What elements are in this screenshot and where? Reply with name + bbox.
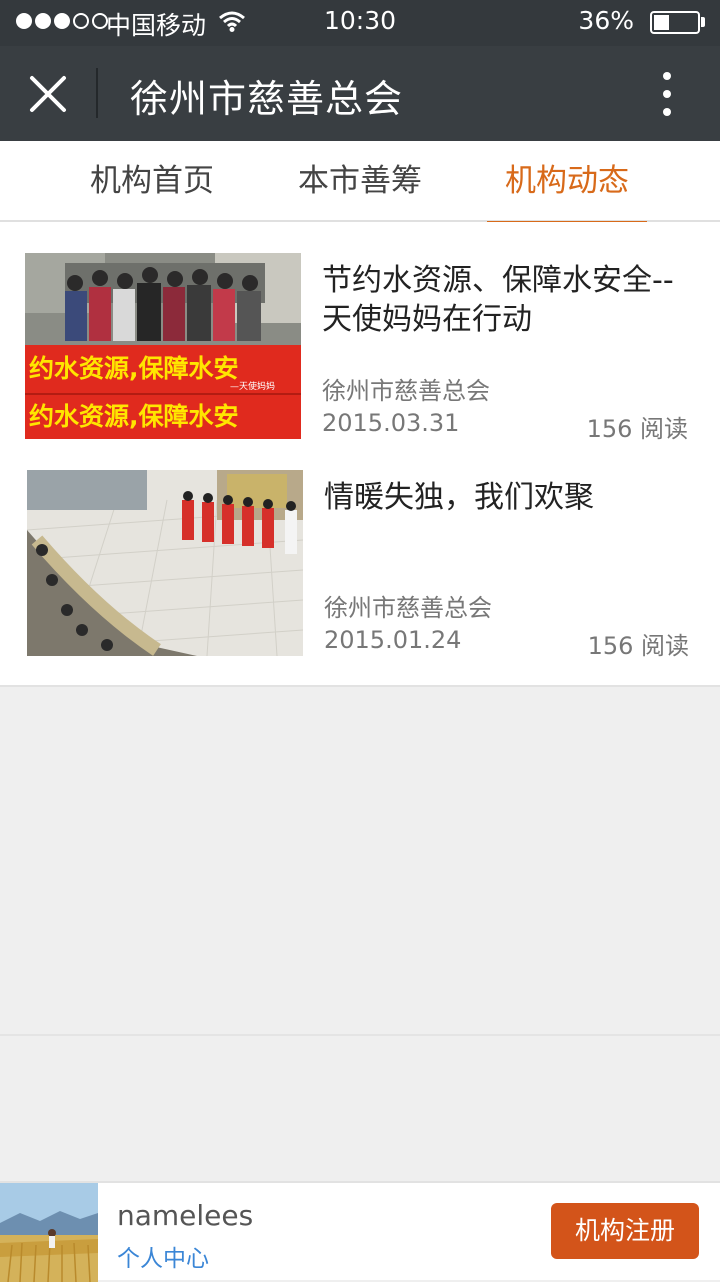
user-footer: namelees 个人中心 机构注册 bbox=[0, 1181, 720, 1282]
article-title: 节约水资源、保障水安全--天使妈妈在行动 bbox=[322, 263, 674, 337]
tab-local-fundraising[interactable]: 本市善筹 bbox=[280, 141, 440, 222]
article-source: 徐州市慈善总会 bbox=[324, 594, 492, 622]
more-vertical-icon bbox=[663, 72, 671, 80]
page-title: 徐州市慈善总会 bbox=[130, 77, 404, 121]
list-item[interactable]: 约水资源,保障水安 —天使妈妈 约水资源,保障水安 节约水资源、保障水安全--天… bbox=[0, 253, 720, 453]
article-read-count: 156 阅读 bbox=[587, 632, 689, 660]
article-thumbnail: 约水资源,保障水安 —天使妈妈 约水资源,保障水安 bbox=[25, 253, 301, 439]
gathering-photo-image bbox=[27, 470, 303, 656]
username: namelees bbox=[117, 1199, 254, 1232]
article-read-count: 156 阅读 bbox=[586, 415, 688, 443]
svg-text:—天使妈妈: —天使妈妈 bbox=[230, 380, 275, 392]
battery-icon bbox=[650, 11, 700, 34]
svg-text:约水资源,保障水安: 约水资源,保障水安 bbox=[29, 354, 239, 383]
avatar-image bbox=[0, 1183, 98, 1282]
battery-level bbox=[654, 15, 669, 30]
close-button[interactable] bbox=[22, 68, 74, 120]
header-divider bbox=[96, 68, 98, 118]
divider bbox=[0, 1034, 720, 1036]
battery-cap bbox=[701, 17, 705, 27]
tab-home[interactable]: 机构首页 bbox=[72, 141, 232, 222]
nav-header: 徐州市慈善总会 bbox=[0, 46, 720, 141]
more-vertical-icon bbox=[663, 90, 671, 98]
article-title: 情暖失独，我们欢聚 bbox=[324, 480, 594, 515]
svg-text:约水资源,保障水安: 约水资源,保障水安 bbox=[29, 402, 239, 431]
profile-center-link[interactable]: 个人中心 bbox=[117, 1239, 209, 1273]
article-source: 徐州市慈善总会 bbox=[322, 377, 490, 405]
close-icon bbox=[30, 76, 66, 112]
battery-percent: 36% bbox=[578, 6, 634, 35]
tab-bar: 机构首页 本市善筹 机构动态 bbox=[0, 141, 720, 224]
register-organization-button[interactable]: 机构注册 bbox=[551, 1203, 699, 1259]
avatar[interactable] bbox=[0, 1183, 98, 1282]
status-bar: 中国移动 10:30 36% bbox=[0, 0, 720, 46]
tab-news[interactable]: 机构动态 bbox=[487, 141, 647, 224]
list-item[interactable]: 情暖失独，我们欢聚 徐州市慈善总会 2015.01.24 156 阅读 bbox=[0, 470, 720, 670]
more-vertical-icon bbox=[663, 108, 671, 116]
group-photo-image: 约水资源,保障水安 —天使妈妈 约水资源,保障水安 bbox=[25, 253, 301, 439]
more-button[interactable] bbox=[652, 68, 682, 120]
article-thumbnail bbox=[27, 470, 303, 656]
article-list: 约水资源,保障水安 —天使妈妈 约水资源,保障水安 节约水资源、保障水安全--天… bbox=[0, 222, 720, 687]
article-date: 2015.03.31 bbox=[322, 409, 460, 437]
article-date: 2015.01.24 bbox=[324, 626, 462, 654]
